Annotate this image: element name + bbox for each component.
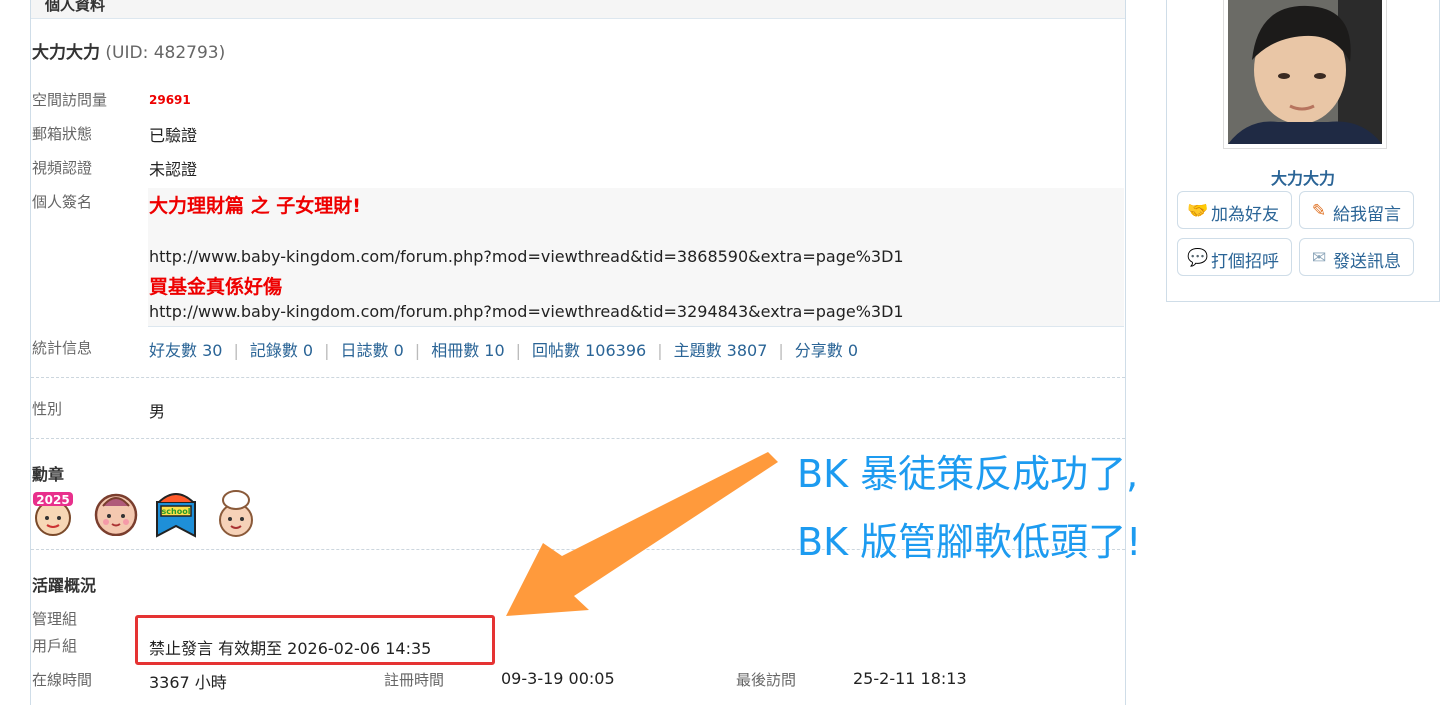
section-header: 個人資料 [31, 0, 1125, 19]
chef-baby-medal-icon[interactable] [213, 488, 259, 538]
stat-separator: | [324, 341, 330, 360]
user-group-label: 用戶組 [32, 637, 78, 655]
online-time-value: 3367 小時 [149, 673, 227, 692]
last-visit-label: 最後訪問 [736, 671, 797, 689]
signature-label: 個人簽名 [32, 193, 93, 211]
visits-value: 29691 [149, 93, 191, 107]
sidebar-username[interactable]: 大力大力 [1167, 165, 1439, 189]
pencil-icon: ✎ [1311, 201, 1327, 221]
annotation-text: BK 暴徒策反成功了, BK 版管腳軟低頭了! [797, 440, 1141, 576]
svg-text:school: school [162, 507, 191, 516]
video-verify-value: 未認證 [149, 160, 198, 179]
divider [31, 438, 1125, 439]
baby-face-medal-icon[interactable] [93, 490, 139, 536]
profile-panel: 個人資料 大力大力 (UID: 482793) 空間訪問量 29691 郵箱狀態… [30, 0, 1126, 705]
profile-uid: (UID: 482793) [105, 43, 226, 63]
stat-separator: | [515, 341, 522, 360]
highlight-box [135, 615, 495, 665]
leave-message-label: 給我留言 [1333, 205, 1401, 225]
stat-records-link[interactable]: 記錄數 0 [250, 341, 313, 360]
profile-sidebar: 大力大力 🤝 加為好友 ✎ 給我留言 💬 打個招呼 ✉ 發送訊息 [1166, 0, 1440, 302]
stat-friends-link[interactable]: 好友數 30 [149, 341, 222, 360]
email-status-value: 已驗證 [149, 126, 198, 145]
avatar-frame [1223, 0, 1387, 149]
svg-text:2025: 2025 [36, 493, 69, 507]
profile-name-line: 大力大力 (UID: 482793) [32, 38, 225, 63]
section-title: 個人資料 [45, 0, 106, 14]
signature-line1: 大力理財篇 之 子女理財! [149, 195, 361, 217]
gender-label: 性別 [32, 400, 63, 418]
activity-title: 活躍概況 [32, 576, 97, 595]
admin-group-label: 管理組 [32, 610, 78, 628]
annotation-line2: BK 版管腳軟低頭了! [797, 520, 1142, 564]
medals-title: 勳章 [32, 465, 65, 484]
add-friend-button[interactable]: 🤝 加為好友 [1177, 191, 1292, 229]
stat-shares-link[interactable]: 分享數 0 [795, 341, 858, 360]
online-time-label: 在線時間 [32, 671, 93, 689]
send-message-label: 發送訊息 [1333, 252, 1401, 272]
stat-blogs-link[interactable]: 日誌數 0 [341, 341, 404, 360]
stat-separator: | [414, 341, 421, 360]
last-visit-value: 25-2-11 18:13 [853, 669, 967, 688]
visits-label: 空間訪問量 [32, 91, 108, 109]
stat-separator: | [233, 341, 239, 360]
stats-label: 統計信息 [32, 339, 93, 357]
signature-line2: 買基金真係好傷 [149, 276, 283, 298]
medal-2025-icon[interactable]: 2025 [31, 490, 75, 538]
avatar[interactable] [1228, 0, 1382, 144]
envelope-icon: ✉ [1311, 248, 1327, 268]
stat-separator: | [657, 341, 663, 360]
annotation-line1: BK 暴徒策反成功了, [797, 452, 1139, 496]
say-hello-label: 打個招呼 [1211, 252, 1279, 272]
add-friend-label: 加為好友 [1211, 205, 1279, 225]
video-verify-label: 視頻認證 [32, 159, 93, 177]
stats-list: 好友數 30 | 記錄數 0 | 日誌數 0 | 相冊數 10 | 回帖數 106396 | 主題數… [149, 337, 858, 361]
register-time-label: 註冊時間 [384, 671, 445, 689]
signature-url2[interactable]: http://www.baby-kingdom.com/forum.php?mo… [149, 302, 904, 321]
signature-url1[interactable]: http://www.baby-kingdom.com/forum.php?mo… [149, 247, 904, 266]
handshake-icon: 🤝 [1187, 201, 1209, 221]
email-status-label: 郵箱狀態 [32, 125, 93, 143]
register-time-value: 09-3-19 00:05 [501, 669, 615, 688]
stat-topics-link[interactable]: 主題數 3807 [674, 341, 768, 360]
leave-message-button[interactable]: ✎ 給我留言 [1299, 191, 1414, 229]
school-medal-icon[interactable]: school [153, 488, 199, 538]
gender-value: 男 [149, 402, 166, 421]
stat-replies-link[interactable]: 回帖數 106396 [532, 341, 646, 360]
stat-separator: | [778, 341, 784, 360]
send-message-button[interactable]: ✉ 發送訊息 [1299, 238, 1414, 276]
say-hello-button[interactable]: 💬 打個招呼 [1177, 238, 1292, 276]
divider [31, 377, 1125, 378]
chat-bubble-icon: 💬 [1187, 248, 1209, 268]
stat-albums-link[interactable]: 相冊數 10 [431, 341, 504, 360]
profile-username: 大力大力 [32, 43, 100, 63]
